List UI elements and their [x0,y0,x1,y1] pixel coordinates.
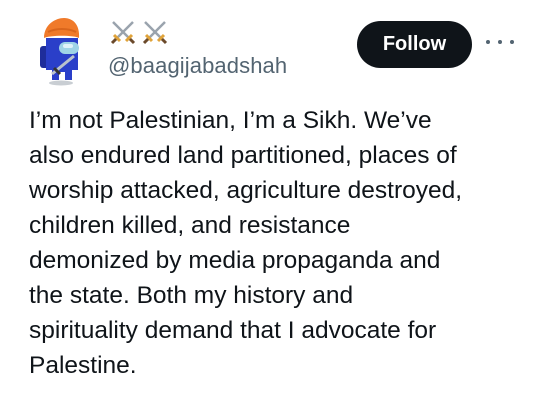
tweet-text-line: spirituality demand that I advocate for [29,317,437,344]
tweet-text-line: children killed, and resistance [29,212,351,239]
avatar[interactable] [34,18,88,86]
dot [486,40,490,44]
dot [510,40,514,44]
tweet-text-line: the state. Both my history and [29,282,354,309]
user-handle[interactable]: @baagijabadshah [108,53,287,79]
more-options-icon[interactable] [486,30,514,54]
tweet-text-line: also endured land partitioned, places of [29,142,457,169]
tweet-text-line: I’m not Palestinian, I’m a Sikh. We’ve [29,107,432,134]
tweet-text-line: worship attacked, agriculture destroyed, [29,177,463,204]
dot [498,40,502,44]
display-name[interactable] [108,16,170,48]
tweet-text: I’m not Palestinian, I’m a Sikh. We’ve a… [29,103,529,383]
tweet-text-line: demonized by media propaganda and [29,247,441,274]
crossed-swords-icon [140,17,170,47]
crewmate-avatar-icon [40,18,80,86]
tweet-card: @baagijabadshah Follow I’m not Palestini… [0,0,540,411]
tweet-text-line: Palestine. [29,352,137,379]
crossed-swords-icon [108,17,138,47]
follow-button[interactable]: Follow [357,21,472,68]
